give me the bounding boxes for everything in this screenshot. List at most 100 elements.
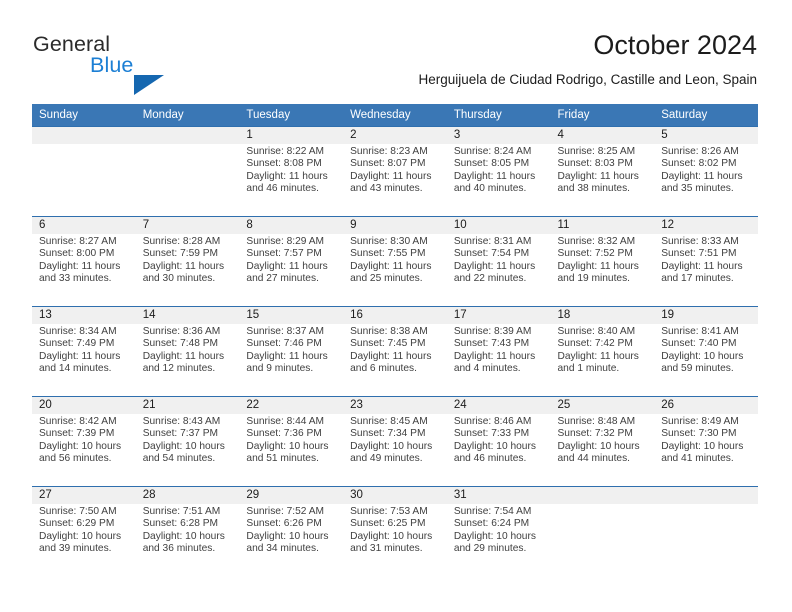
- sunset-text: Sunset: 7:45 PM: [350, 338, 426, 350]
- sunrise-text: Sunrise: 7:52 AM: [246, 506, 324, 517]
- daylight-text: Daylight: 10 hours and 49 minutes.: [350, 440, 433, 464]
- weekday-header-friday: Friday: [557, 109, 590, 121]
- day-details: Sunrise: 8:49 AM Sunset: 7:30 PM Daylight:…: [661, 416, 751, 465]
- sunset-text: Sunset: 7:54 PM: [453, 248, 530, 260]
- day-cell[interactable]: 20 Sunrise: 8:42 AM Sunset: 7:39 PM Dayligh…: [32, 397, 136, 486]
- day-cell[interactable]: 28 Sunrise: 7:51 AM Sunset: 6:28 PM Dayligh…: [136, 487, 240, 576]
- page-subtitle: Herguijuela de Ciudad Rodrigo, Castille …: [418, 72, 757, 87]
- day-cell-empty: [551, 487, 655, 576]
- day-cell[interactable]: 21 Sunrise: 8:43 AM Sunset: 7:37 PM Dayligh…: [136, 397, 240, 486]
- sunrise-text: Sunrise: 8:28 AM: [142, 236, 221, 247]
- day-cell-empty: [654, 487, 758, 576]
- day-cell[interactable]: 4 Sunrise: 8:25 AM Sunset: 8:03 PM Daylight…: [551, 127, 655, 216]
- sunset-text: Sunset: 7:30 PM: [661, 428, 737, 440]
- day-details: Sunrise: 8:41 AM Sunset: 7:40 PM Daylight:…: [661, 326, 751, 375]
- sunset-text: Sunset: 7:55 PM: [350, 248, 426, 260]
- sunrise-text: Sunrise: 8:26 AM: [661, 146, 739, 157]
- day-cell[interactable]: 11 Sunrise: 8:32 AM Sunset: 7:52 PM Dayligh…: [551, 217, 655, 306]
- calendar-grid: Sunday Monday Tuesday Wednesday Thursday Frid…: [32, 104, 758, 576]
- day-cell[interactable]: 15 Sunrise: 8:37 AM Sunset: 7:46 PM Dayligh…: [239, 307, 343, 396]
- daylight-text: Daylight: 10 hours and 41 minutes.: [661, 440, 744, 464]
- day-cell[interactable]: 3 Sunrise: 8:24 AM Sunset: 8:05 PM Daylight…: [447, 127, 551, 216]
- day-cell[interactable]: 13 Sunrise: 8:34 AM Sunset: 7:49 PM Dayligh…: [32, 307, 136, 396]
- day-details: Sunrise: 8:39 AM Sunset: 7:43 PM Daylight:…: [454, 326, 544, 375]
- day-number: 16: [350, 309, 363, 321]
- day-details: Sunrise: 8:30 AM Sunset: 7:55 PM Daylight:…: [350, 236, 440, 285]
- sunrise-text: Sunrise: 8:48 AM: [557, 416, 636, 427]
- daylight-text: Daylight: 11 hours and 38 minutes.: [557, 170, 639, 194]
- daylight-text: Daylight: 11 hours and 30 minutes.: [142, 260, 225, 284]
- day-cell[interactable]: 7 Sunrise: 8:28 AM Sunset: 7:59 PM Daylight…: [136, 217, 240, 306]
- day-number: 10: [453, 219, 467, 231]
- day-details: Sunrise: 8:25 AM Sunset: 8:03 PM Daylight:…: [558, 146, 648, 195]
- day-cell[interactable]: 9 Sunrise: 8:30 AM Sunset: 7:55 PM Daylight…: [343, 217, 447, 306]
- calendar-week-row: 27 Sunrise: 7:50 AM Sunset: 6:29 PM Dayligh…: [32, 486, 758, 576]
- sunrise-text: Sunrise: 8:40 AM: [557, 326, 636, 337]
- sunset-text: Sunset: 7:52 PM: [557, 248, 633, 260]
- day-details: Sunrise: 8:42 AM Sunset: 7:39 PM Daylight:…: [39, 416, 129, 465]
- day-cell[interactable]: 16 Sunrise: 8:38 AM Sunset: 7:45 PM Dayligh…: [343, 307, 447, 396]
- day-cell[interactable]: 10 Sunrise: 8:31 AM Sunset: 7:54 PM Dayligh…: [447, 217, 551, 306]
- day-cell[interactable]: 26 Sunrise: 8:49 AM Sunset: 7:30 PM Dayligh…: [654, 397, 758, 486]
- day-cell[interactable]: 17 Sunrise: 8:39 AM Sunset: 7:43 PM Dayligh…: [447, 307, 551, 396]
- sunrise-text: Sunrise: 8:43 AM: [142, 416, 221, 427]
- day-cell[interactable]: 25 Sunrise: 8:48 AM Sunset: 7:32 PM Dayligh…: [551, 397, 655, 486]
- weekday-header-monday: Monday: [142, 109, 184, 121]
- day-cell[interactable]: 2 Sunrise: 8:23 AM Sunset: 8:07 PM Daylight…: [343, 127, 447, 216]
- day-cell[interactable]: 31 Sunrise: 7:54 AM Sunset: 6:24 PM Dayligh…: [447, 487, 551, 576]
- sunset-text: Sunset: 7:51 PM: [661, 248, 737, 260]
- daylight-text: Daylight: 10 hours and 29 minutes.: [453, 530, 536, 554]
- day-number: 17: [453, 309, 467, 321]
- sunset-text: Sunset: 8:00 PM: [39, 248, 115, 260]
- sunrise-text: Sunrise: 7:50 AM: [39, 506, 117, 517]
- day-details: Sunrise: 8:27 AM Sunset: 8:00 PM Daylight:…: [39, 236, 129, 285]
- day-cell[interactable]: 6 Sunrise: 8:27 AM Sunset: 8:00 PM Daylight…: [32, 217, 136, 306]
- daylight-text: Daylight: 10 hours and 36 minutes.: [142, 530, 225, 554]
- sunrise-text: Sunrise: 8:24 AM: [453, 146, 532, 157]
- day-number: 22: [246, 399, 260, 411]
- week-cells: 6 Sunrise: 8:27 AM Sunset: 8:00 PM Daylight…: [32, 217, 758, 306]
- day-details: Sunrise: 8:37 AM Sunset: 7:46 PM Daylight:…: [246, 326, 336, 375]
- day-cell-empty: [136, 127, 240, 216]
- brand-name-secondary: Blue: [90, 53, 134, 77]
- day-cell[interactable]: 30 Sunrise: 7:53 AM Sunset: 6:25 PM Dayligh…: [343, 487, 447, 576]
- day-cell[interactable]: 14 Sunrise: 8:36 AM Sunset: 7:48 PM Dayligh…: [136, 307, 240, 396]
- daylight-text: Daylight: 11 hours and 46 minutes.: [246, 170, 328, 194]
- day-cell[interactable]: 12 Sunrise: 8:33 AM Sunset: 7:51 PM Dayligh…: [654, 217, 758, 306]
- page-title: October 2024: [593, 30, 757, 60]
- day-cell[interactable]: 24 Sunrise: 8:46 AM Sunset: 7:33 PM Dayligh…: [447, 397, 551, 486]
- day-number: 31: [453, 489, 467, 501]
- sunset-text: Sunset: 7:43 PM: [453, 338, 530, 350]
- sunset-text: Sunset: 6:29 PM: [39, 518, 115, 530]
- day-details: Sunrise: 7:53 AM Sunset: 6:25 PM Daylight:…: [350, 506, 440, 555]
- sunset-text: Sunset: 7:59 PM: [142, 248, 219, 260]
- weekday-header-thursday: Thursday: [453, 109, 502, 121]
- calendar-week-row: 20 Sunrise: 8:42 AM Sunset: 7:39 PM Dayligh…: [32, 396, 758, 486]
- weekday-header-sunday: Sunday: [39, 109, 79, 121]
- sunrise-text: Sunrise: 7:53 AM: [350, 506, 428, 517]
- sunrise-text: Sunrise: 8:39 AM: [453, 326, 532, 337]
- sunset-text: Sunset: 7:49 PM: [39, 338, 115, 350]
- day-cell[interactable]: 5 Sunrise: 8:26 AM Sunset: 8:02 PM Daylight…: [654, 127, 758, 216]
- sunrise-text: Sunrise: 8:46 AM: [453, 416, 532, 427]
- day-details: Sunrise: 7:54 AM Sunset: 6:24 PM Daylight:…: [454, 506, 544, 555]
- day-cell[interactable]: 19 Sunrise: 8:41 AM Sunset: 7:40 PM Dayligh…: [654, 307, 758, 396]
- week-cells: 20 Sunrise: 8:42 AM Sunset: 7:39 PM Dayligh…: [32, 397, 758, 486]
- sunset-text: Sunset: 7:36 PM: [246, 428, 322, 440]
- sunset-text: Sunset: 7:46 PM: [246, 338, 322, 350]
- weekday-header-tuesday: Tuesday: [246, 109, 291, 121]
- daylight-text: Daylight: 11 hours and 33 minutes.: [39, 260, 121, 284]
- daylight-text: Daylight: 11 hours and 17 minutes.: [661, 260, 743, 284]
- day-cell[interactable]: 29 Sunrise: 7:52 AM Sunset: 6:26 PM Dayligh…: [239, 487, 343, 576]
- day-cell[interactable]: 18 Sunrise: 8:40 AM Sunset: 7:42 PM Dayligh…: [551, 307, 655, 396]
- brand-logo[interactable]: General Blue: [33, 32, 233, 95]
- day-number: 25: [557, 399, 571, 411]
- daylight-text: Daylight: 11 hours and 25 minutes.: [350, 260, 432, 284]
- daylight-text: Daylight: 10 hours and 39 minutes.: [39, 530, 122, 554]
- day-cell[interactable]: 8 Sunrise: 8:29 AM Sunset: 7:57 PM Daylight…: [239, 217, 343, 306]
- day-cell[interactable]: 1 Sunrise: 8:22 AM Sunset: 8:08 PM Daylight…: [239, 127, 343, 216]
- day-cell[interactable]: 27 Sunrise: 7:50 AM Sunset: 6:29 PM Dayligh…: [32, 487, 136, 576]
- day-number: 23: [350, 399, 363, 411]
- day-cell[interactable]: 23 Sunrise: 8:45 AM Sunset: 7:34 PM Dayligh…: [343, 397, 447, 486]
- day-cell[interactable]: 22 Sunrise: 8:44 AM Sunset: 7:36 PM Dayligh…: [239, 397, 343, 486]
